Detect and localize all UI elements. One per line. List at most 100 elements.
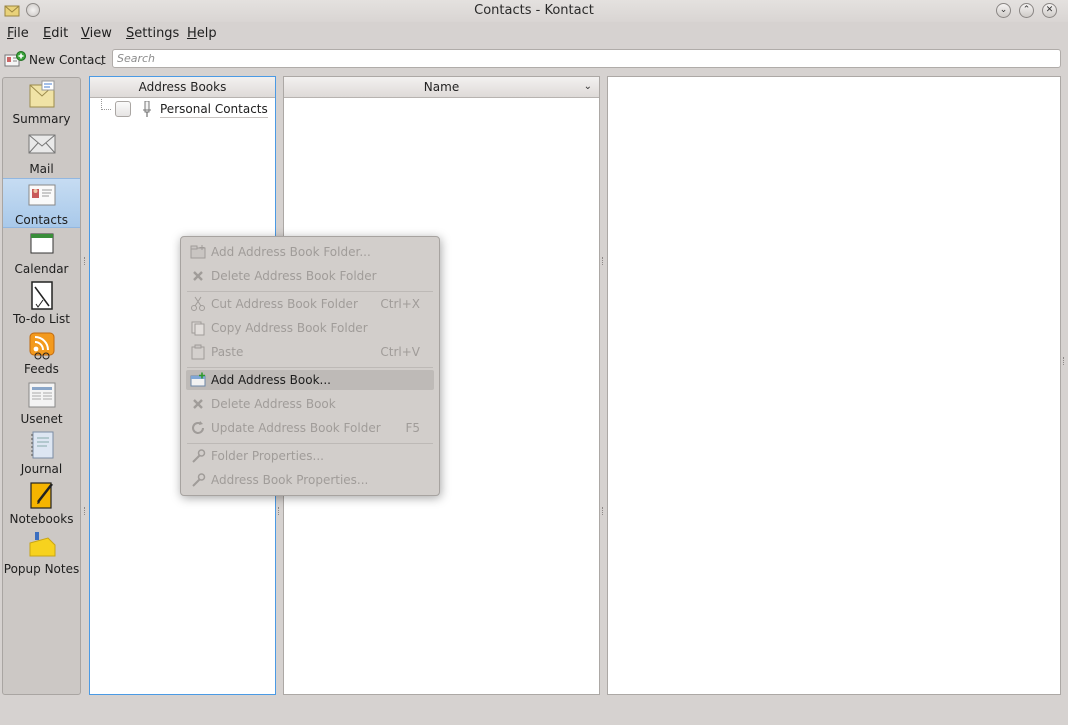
menu-item-label: Copy Address Book Folder xyxy=(211,321,368,335)
feeds-icon xyxy=(29,332,55,360)
menu-item-update-address-book-folder[interactable]: Update Address Book Folder F5 xyxy=(186,418,434,438)
menu-item-label: Delete Address Book Folder xyxy=(211,269,377,283)
menu-item-label: Folder Properties... xyxy=(211,449,324,463)
splitter-handle[interactable] xyxy=(278,507,280,515)
menu-item-delete-address-book[interactable]: Delete Address Book xyxy=(186,394,434,414)
new-contact-label: New Contact xyxy=(29,53,106,67)
menu-view-rest: iew xyxy=(89,26,112,41)
journal-icon xyxy=(31,431,54,459)
sidebar-item-feeds[interactable]: Feeds xyxy=(3,328,80,378)
menu-item-shortcut: Ctrl+X xyxy=(380,297,420,311)
sidebar-item-contacts[interactable]: Contacts xyxy=(3,178,80,228)
address-books-header[interactable]: Address Books xyxy=(90,77,275,98)
close-icon[interactable]: ✕ xyxy=(1042,3,1057,18)
calendar-icon xyxy=(30,233,54,254)
sidebar-item-todo[interactable]: To-do List xyxy=(3,278,80,328)
todo-icon xyxy=(31,281,53,310)
tree-item-personal-contacts[interactable]: Personal Contacts xyxy=(90,99,275,121)
menu-file-rest: ile xyxy=(13,26,29,41)
menu-item-address-book-properties[interactable]: Address Book Properties... xyxy=(186,470,434,490)
properties-icon xyxy=(192,449,206,463)
menu-item-label: Cut Address Book Folder xyxy=(211,297,358,311)
popup-notes-icon xyxy=(29,532,56,557)
search-box[interactable] xyxy=(112,49,1061,68)
sidebar-item-label: Contacts xyxy=(15,213,68,227)
menu-help-rest: elp xyxy=(196,26,217,41)
menu-item-cut-address-book-folder[interactable]: Cut Address Book Folder Ctrl+X xyxy=(186,294,434,314)
menu-item-delete-address-book-folder[interactable]: Delete Address Book Folder xyxy=(186,266,434,286)
toolbar: New Contact ⌄ xyxy=(0,46,1068,72)
sidebar-navigator: Summary Mail Contacts Calendar To-do Lis… xyxy=(2,77,81,695)
splitter-handle[interactable] xyxy=(84,257,86,265)
address-book-label: Personal Contacts xyxy=(160,102,268,118)
menu-item-add-address-book-folder[interactable]: Add Address Book Folder... xyxy=(186,242,434,262)
menu-item-label: Address Book Properties... xyxy=(211,473,369,487)
splitter-handle[interactable] xyxy=(84,507,86,515)
menu-item-label: Update Address Book Folder xyxy=(211,421,381,435)
cut-icon xyxy=(191,296,205,311)
notebooks-icon xyxy=(30,482,53,509)
menu-item-folder-properties[interactable]: Folder Properties... xyxy=(186,446,434,466)
splitter-handle[interactable] xyxy=(602,507,604,515)
maximize-icon[interactable]: ⌃ xyxy=(1019,3,1034,18)
delete-icon xyxy=(193,399,203,409)
chevron-down-icon[interactable]: ⌄ xyxy=(584,77,592,97)
sidebar-item-label: Notebooks xyxy=(9,512,74,526)
sidebar-item-usenet[interactable]: Usenet xyxy=(3,378,80,428)
address-book-new-icon xyxy=(190,372,206,387)
folder-new-icon xyxy=(190,245,206,259)
paste-icon xyxy=(191,344,205,360)
menu-file[interactable]: File xyxy=(7,26,29,41)
usenet-icon xyxy=(28,382,56,408)
menu-bar: File Edit View Settings Help xyxy=(0,22,1068,45)
sidebar-item-notebooks[interactable]: Notebooks xyxy=(3,478,80,528)
minimize-icon[interactable]: ⌄ xyxy=(996,3,1011,18)
sidebar-item-mail[interactable]: Mail xyxy=(3,128,80,178)
tree-branch-line xyxy=(101,99,111,110)
menu-view-mnemonic: V xyxy=(81,26,90,41)
summary-icon xyxy=(29,80,55,108)
menu-item-label: Add Address Book Folder... xyxy=(211,245,371,259)
sidebar-item-journal[interactable]: Journal xyxy=(3,428,80,478)
menu-item-label: Delete Address Book xyxy=(211,397,336,411)
menu-item-label: Add Address Book... xyxy=(211,373,331,387)
copy-icon xyxy=(191,321,205,336)
menu-item-paste[interactable]: Paste Ctrl+V xyxy=(186,342,434,362)
window-title: Contacts - Kontact xyxy=(474,3,594,18)
menu-item-add-address-book[interactable]: Add Address Book... xyxy=(186,370,434,390)
sidebar-item-popup-notes[interactable]: Popup Notes xyxy=(3,528,80,578)
sidebar-item-summary[interactable]: Summary xyxy=(3,78,80,128)
menu-help[interactable]: Help xyxy=(187,26,217,41)
menu-separator xyxy=(187,291,433,292)
chevron-down-icon[interactable]: ⌄ xyxy=(98,58,106,68)
new-contact-button[interactable]: New Contact ⌄ xyxy=(3,48,107,70)
menu-settings[interactable]: Settings xyxy=(126,26,179,41)
menu-view[interactable]: View xyxy=(81,26,112,41)
menu-separator xyxy=(187,367,433,368)
name-column-header[interactable]: Name ⌄ xyxy=(284,77,599,98)
search-input[interactable] xyxy=(113,50,1060,67)
menu-separator xyxy=(187,443,433,444)
address-book-checkbox[interactable] xyxy=(115,101,131,117)
menu-item-shortcut: F5 xyxy=(405,421,420,435)
context-menu: Add Address Book Folder... Delete Addres… xyxy=(180,236,440,496)
splitter-handle[interactable] xyxy=(602,257,604,265)
sidebar-item-calendar[interactable]: Calendar xyxy=(3,228,80,278)
name-column-label: Name xyxy=(423,80,460,94)
sidebar-item-label: To-do List xyxy=(13,312,70,326)
delete-icon xyxy=(193,271,203,281)
menu-edit[interactable]: Edit xyxy=(43,26,68,41)
contact-new-icon xyxy=(4,51,26,67)
menu-help-mnemonic: H xyxy=(187,26,197,41)
sidebar-item-label: Feeds xyxy=(24,362,59,376)
contact-detail-pane xyxy=(607,76,1061,695)
menu-item-label: Paste xyxy=(211,345,244,359)
sidebar-item-label: Summary xyxy=(12,112,71,126)
menu-item-copy-address-book-folder[interactable]: Copy Address Book Folder xyxy=(186,318,434,338)
menu-settings-rest: ettings xyxy=(134,26,180,41)
properties-icon xyxy=(192,473,206,487)
splitter-handle[interactable] xyxy=(1063,357,1065,365)
sidebar-item-label: Usenet xyxy=(20,412,63,426)
sidebar-item-label: Calendar xyxy=(14,262,69,276)
refresh-icon xyxy=(192,421,204,434)
